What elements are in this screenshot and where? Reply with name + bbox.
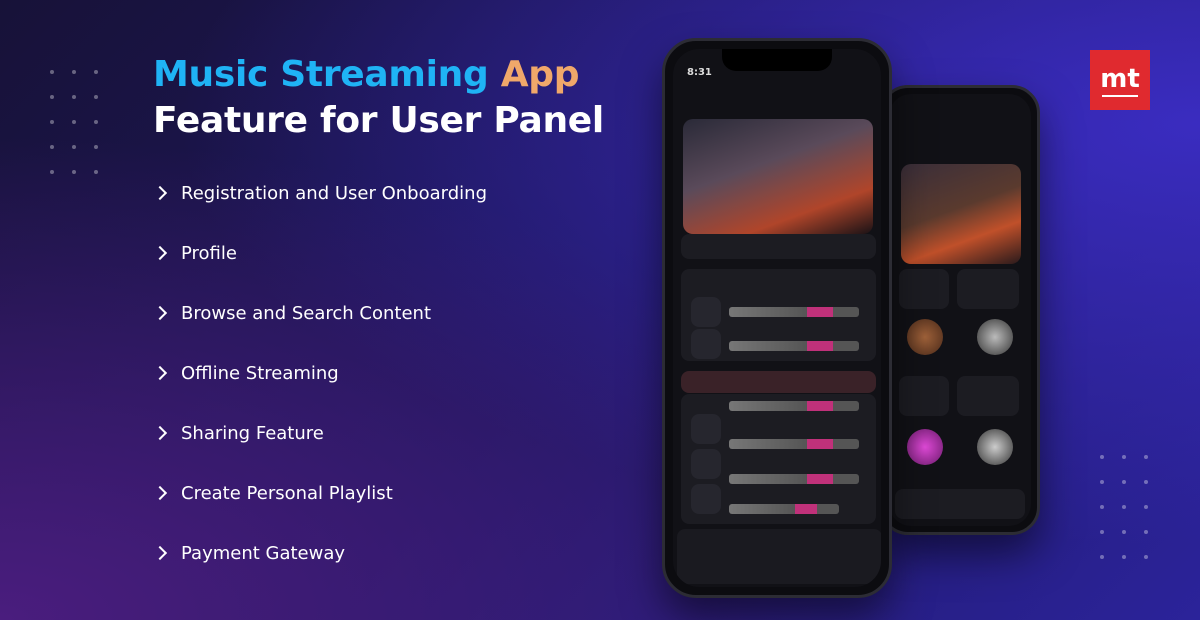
page-title: Music Streaming App Feature for User Pan… bbox=[153, 54, 604, 141]
chevron-right-icon bbox=[152, 185, 168, 201]
brand-logo: mt bbox=[1090, 50, 1150, 110]
chevron-right-icon bbox=[152, 425, 168, 441]
chevron-right-icon bbox=[152, 245, 168, 261]
status-time: 8:31 bbox=[687, 67, 712, 78]
chevron-right-icon bbox=[152, 305, 168, 321]
feature-item: Create Personal Playlist bbox=[152, 478, 487, 508]
feature-list: Registration and User Onboarding Profile… bbox=[152, 178, 487, 598]
album-banner bbox=[683, 119, 873, 234]
phone-mockup-front: 8:31 bbox=[662, 38, 892, 598]
feature-item: Offline Streaming bbox=[152, 358, 487, 388]
chevron-right-icon bbox=[152, 485, 168, 501]
chevron-right-icon bbox=[152, 545, 168, 561]
dot-grid-left bbox=[50, 70, 116, 195]
dot-grid-right bbox=[1100, 455, 1166, 580]
phone-notch bbox=[722, 49, 832, 71]
feature-item: Payment Gateway bbox=[152, 538, 487, 568]
feature-item: Registration and User Onboarding bbox=[152, 178, 487, 208]
chevron-right-icon bbox=[152, 365, 168, 381]
banner: Music Streaming App Feature for User Pan… bbox=[0, 0, 1200, 620]
phone-mockup-back bbox=[880, 85, 1040, 535]
feature-item: Browse and Search Content bbox=[152, 298, 487, 328]
feature-item: Profile bbox=[152, 238, 487, 268]
feature-item: Sharing Feature bbox=[152, 418, 487, 448]
bottom-nav bbox=[677, 529, 881, 584]
